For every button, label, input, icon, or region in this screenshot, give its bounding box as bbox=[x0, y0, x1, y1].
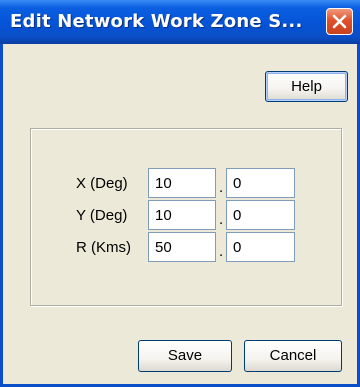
x-deg-int-input[interactable] bbox=[148, 168, 216, 198]
r-kms-label: R (Kms) bbox=[76, 239, 131, 256]
r-kms-dec-input[interactable] bbox=[226, 232, 295, 262]
title-bar[interactable]: Edit Network Work Zone S... bbox=[0, 0, 360, 44]
window-title: Edit Network Work Zone S... bbox=[10, 11, 303, 32]
y-deg-dec-input[interactable] bbox=[226, 200, 295, 230]
close-icon bbox=[332, 14, 347, 29]
close-button[interactable] bbox=[326, 8, 353, 35]
help-button[interactable]: Help bbox=[265, 71, 348, 102]
y-deg-label: Y (Deg) bbox=[76, 207, 128, 224]
cancel-button[interactable]: Cancel bbox=[244, 340, 342, 372]
x-deg-dec-input[interactable] bbox=[226, 168, 295, 198]
dialog-window: Edit Network Work Zone S... Help X (Deg)… bbox=[0, 0, 360, 387]
y-deg-decimal-separator: . bbox=[219, 211, 224, 228]
x-deg-decimal-separator: . bbox=[219, 179, 224, 196]
window-frame-left bbox=[0, 44, 3, 387]
x-deg-label: X (Deg) bbox=[76, 175, 128, 192]
r-kms-decimal-separator: . bbox=[219, 243, 224, 260]
y-deg-int-input[interactable] bbox=[148, 200, 216, 230]
save-button[interactable]: Save bbox=[138, 340, 232, 372]
r-kms-int-input[interactable] bbox=[148, 232, 216, 262]
